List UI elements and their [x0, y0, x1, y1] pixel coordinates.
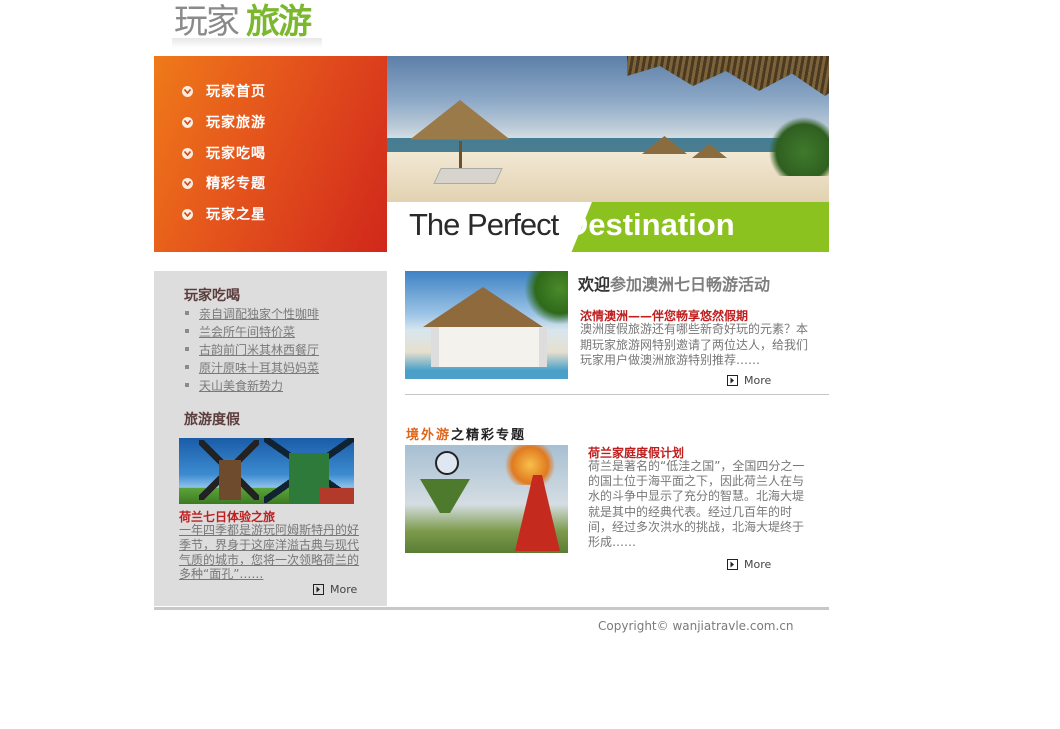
nav-item-label: 精彩专题 [206, 176, 266, 192]
nav-item-label: 玩家之星 [206, 207, 266, 223]
square-bullet-icon [185, 383, 189, 387]
nav-item-food[interactable]: 玩家吃喝 [182, 142, 266, 164]
nav-item-topics[interactable]: 精彩专题 [182, 172, 266, 194]
article1-body: 澳洲度假旅游还有哪些新奇好玩的元素？本期玩家旅游网特别邀请了两位达人，给我们玩家… [580, 322, 809, 367]
windmill-photo[interactable] [179, 438, 354, 504]
banner-tagline: The Perfect Destination [409, 207, 735, 243]
more-label: More [330, 583, 358, 596]
site-logo[interactable]: 玩家 旅游 [172, 0, 332, 48]
chevron-down-circle-icon [182, 208, 193, 220]
nav-item-label: 玩家吃喝 [206, 146, 266, 162]
square-bullet-icon [185, 311, 189, 315]
hero-banner: The Perfect Destination [387, 56, 829, 252]
nav-item-travel[interactable]: 玩家旅游 [182, 111, 266, 133]
nav-item-label: 玩家首页 [206, 84, 266, 100]
windmill-tower [219, 460, 241, 500]
food-link[interactable]: 天山美食新势力 [199, 377, 283, 394]
list-item: 原汁原味十耳其妈妈菜 [185, 358, 319, 376]
feature-body[interactable]: 一年四季都是游玩阿姆斯特丹的好季节，界身于这座洋溢古典与现代气质的城市，您将一次… [179, 523, 359, 582]
article2-body: 荷兰是著名的“低洼之国”，全国四分之一的国土位于海平面之下，因此荷兰人在与水的斗… [588, 459, 805, 550]
photo-island [420, 479, 470, 513]
nav-item-stars[interactable]: 玩家之星 [182, 203, 266, 225]
food-link-list: 亲自调配独家个性咖啡 兰会所午间特价菜 古韵前门米其林西餐厅 原汁原味十耳其妈妈… [185, 304, 319, 394]
more-label: More [744, 558, 772, 571]
photo-fire [500, 445, 560, 485]
chevron-down-circle-icon [182, 177, 193, 189]
square-bullet-icon [185, 347, 189, 351]
food-section-title: 玩家吃喝 [184, 288, 240, 304]
banner-chair [433, 168, 503, 184]
logo-text-part1: 玩家 [174, 2, 240, 42]
photo-ring [435, 451, 459, 475]
food-link[interactable]: 原汁原味十耳其妈妈菜 [199, 359, 319, 376]
article1-more-link[interactable]: More [727, 374, 771, 387]
food-link[interactable]: 古韵前门米其林西餐厅 [199, 341, 319, 358]
chevron-down-circle-icon [182, 147, 193, 159]
logo-reflection [172, 38, 322, 48]
sidebar: 玩家吃喝 亲自调配独家个性咖啡 兰会所午间特价菜 古韵前门米其林西餐厅 原汁原味… [154, 271, 387, 606]
house-roof [319, 488, 354, 504]
beach-hut-photo[interactable] [405, 271, 568, 379]
main-content: 欢迎参加澳洲七日畅游活动 浓情澳洲——伴您畅享悠然假期 澳洲度假旅游还有哪些新奇… [405, 271, 829, 607]
list-item: 亲自调配独家个性咖啡 [185, 304, 319, 322]
divider [405, 394, 829, 395]
tagline-part2: Destination [565, 207, 735, 242]
banner-palm [769, 116, 829, 176]
copyright-text: Copyright© wanjiatravle.com.cn [598, 619, 794, 633]
square-bullet-icon [185, 329, 189, 333]
logo-text-part2: 旅游 [246, 2, 312, 42]
square-bullet-icon [185, 365, 189, 369]
list-item: 兰会所午间特价菜 [185, 322, 319, 340]
nav-item-label: 玩家旅游 [206, 115, 266, 131]
section-title-part2: 之精彩专题 [451, 428, 527, 443]
sidebar-more-link[interactable]: More [313, 583, 357, 596]
travel-section-title: 旅游度假 [184, 412, 240, 428]
topics-section-title: 境外游之精彩专题 [406, 424, 526, 443]
list-item: 古韵前门米其林西餐厅 [185, 340, 319, 358]
tagline-part1: The Perfect [409, 207, 566, 242]
welcome-part1: 欢迎 [578, 275, 611, 294]
food-link[interactable]: 亲自调配独家个性咖啡 [199, 305, 319, 322]
footer-divider [154, 607, 829, 610]
chevron-down-circle-icon [182, 116, 193, 128]
nav-item-home[interactable]: 玩家首页 [182, 80, 266, 102]
main-nav: 玩家首页 玩家旅游 玩家吃喝 精彩专题 玩家之星 [154, 56, 387, 252]
section-title-part1: 境外游 [406, 428, 452, 443]
food-link[interactable]: 兰会所午间特价菜 [199, 323, 295, 340]
article2-more-link[interactable]: More [727, 558, 771, 571]
list-item: 天山美食新势力 [185, 376, 319, 394]
chevron-down-circle-icon [182, 85, 193, 97]
welcome-part2: 参加澳洲七日畅游活动 [610, 275, 771, 294]
arrow-box-icon [727, 559, 738, 570]
arrow-box-icon [727, 375, 738, 386]
hut-curtain [431, 327, 547, 367]
more-label: More [744, 374, 772, 387]
arrow-box-icon [313, 584, 324, 595]
photo-dress [515, 475, 560, 551]
floating-island-photo[interactable] [405, 445, 568, 553]
banner-sea [387, 138, 829, 152]
welcome-title: 欢迎参加澳洲七日畅游活动 [578, 271, 770, 295]
